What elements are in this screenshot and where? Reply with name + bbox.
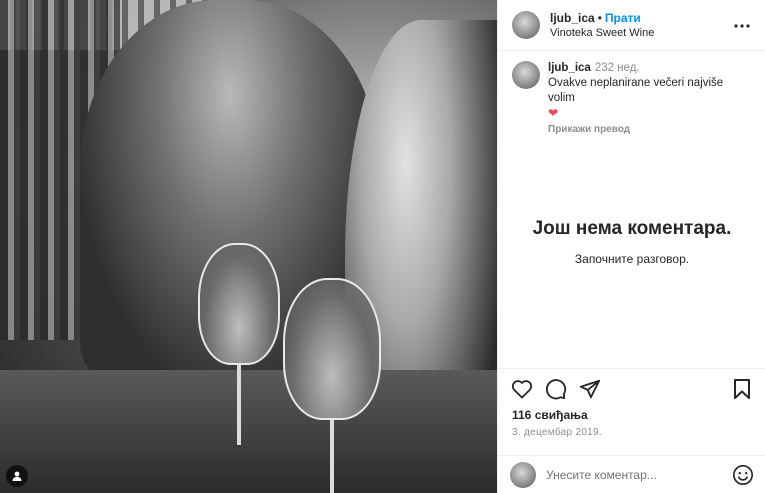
more-options-icon[interactable] [733, 16, 751, 34]
emoji-icon[interactable] [732, 464, 754, 486]
wine-glass-stem [237, 365, 241, 445]
comment-icon[interactable] [544, 377, 568, 401]
post-caption: ljub_ica 232 нед. Ovakve neplanirane veče… [498, 51, 765, 137]
heart-icon[interactable] [510, 377, 534, 401]
show-translation-button[interactable]: Прикажи превод [548, 122, 751, 137]
post-date[interactable]: 3. децембар 2019. [512, 427, 602, 438]
photo-table [0, 370, 497, 493]
caption-time[interactable]: 232 нед. [595, 62, 640, 74]
empty-comments-subtitle: Започните разговор. [574, 252, 690, 266]
avatar [510, 461, 536, 488]
follow-button[interactable]: Прати [605, 11, 641, 25]
comment-bar [498, 455, 765, 493]
post-side-panel: ljub_ica • Прати Vinoteka Sweet Wine ljub_… [497, 0, 765, 493]
user-tag-icon[interactable] [6, 465, 28, 487]
caption-body: ljub_ica 232 нед. Ovakve neplanirane veče… [548, 61, 751, 137]
likes-count[interactable]: 116 свиђања [512, 408, 588, 422]
location-link[interactable]: Vinoteka Sweet Wine [550, 26, 733, 41]
post-photo[interactable] [0, 0, 497, 493]
empty-comments-title: Још нема коментара. [532, 218, 732, 239]
caption-text: Ovakve neplanirane večeri najviše volim [548, 77, 724, 104]
bookmark-icon[interactable] [730, 377, 754, 401]
comment-input[interactable] [546, 467, 732, 482]
empty-comments: Још нема коментара. Започните разговор. [498, 218, 765, 266]
caption-username[interactable]: ljub_ica [548, 62, 591, 74]
avatar[interactable] [512, 11, 540, 39]
post-actions [498, 368, 765, 408]
post-header: ljub_ica • Прати Vinoteka Sweet Wine [498, 0, 765, 51]
avatar[interactable] [512, 61, 540, 89]
separator-dot: • [597, 10, 602, 25]
username-link[interactable]: ljub_ica [550, 11, 595, 25]
wine-glass-stem [330, 420, 334, 493]
wine-glass [283, 278, 381, 420]
share-icon[interactable] [578, 377, 602, 401]
heart-emoji: ❤ [548, 106, 559, 120]
header-names: ljub_ica • Прати Vinoteka Sweet Wine [550, 10, 733, 41]
wine-glass [198, 243, 280, 365]
